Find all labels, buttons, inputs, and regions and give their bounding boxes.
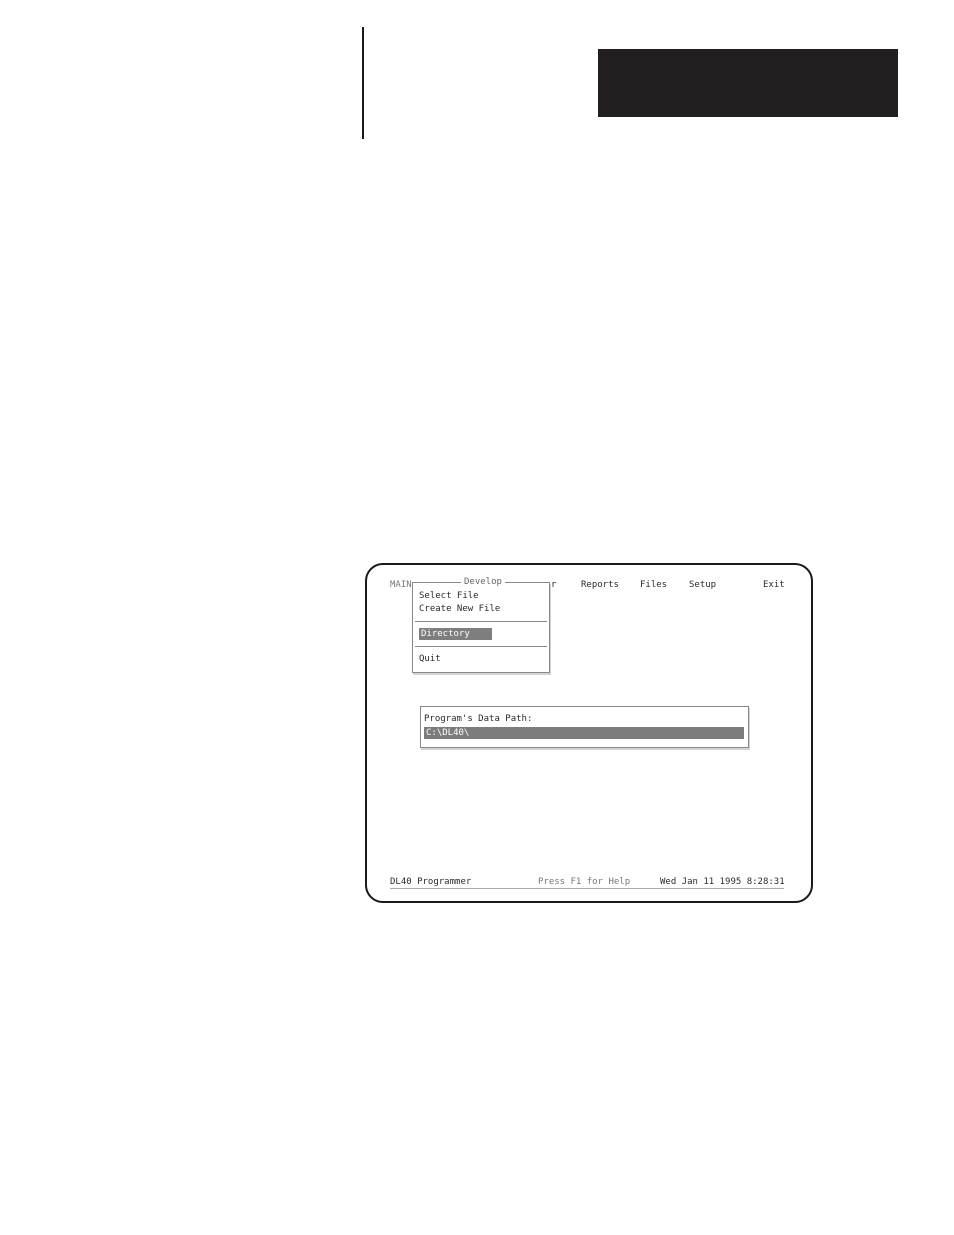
develop-dropdown: Develop Select File Create New File Dire… (412, 577, 550, 673)
menu-item-directory[interactable]: Directory (419, 628, 492, 640)
data-path-dialog: Program's Data Path: (420, 706, 749, 748)
menu-item-select-file[interactable]: Select File (419, 590, 479, 602)
status-datetime: Wed Jan 11 1995 8:28:31 (660, 877, 785, 887)
status-help-hint: Press F1 for Help (538, 877, 631, 887)
menu-reports[interactable]: Reports (581, 578, 619, 592)
menu-item-quit[interactable]: Quit (419, 653, 441, 665)
dropdown-divider (415, 646, 547, 647)
chapter-header-block (598, 49, 898, 117)
menu-setup[interactable]: Setup (689, 578, 716, 592)
menu-files[interactable]: Files (640, 578, 667, 592)
data-path-input[interactable] (424, 727, 744, 739)
menu-monitor-partial[interactable]: r (551, 578, 556, 592)
dropdown-title[interactable]: Develop (461, 577, 505, 588)
status-app-name: DL40 Programmer (390, 877, 472, 887)
page-margin-rule (362, 27, 364, 139)
menu-main[interactable]: MAIN (390, 578, 412, 592)
menu-exit[interactable]: Exit (763, 578, 785, 592)
status-bar: DL40 Programmer Press F1 for Help Wed Ja… (390, 876, 785, 889)
dropdown-divider (415, 621, 547, 622)
menu-item-create-new-file[interactable]: Create New File (419, 603, 500, 615)
data-path-label: Program's Data Path: (424, 714, 533, 724)
